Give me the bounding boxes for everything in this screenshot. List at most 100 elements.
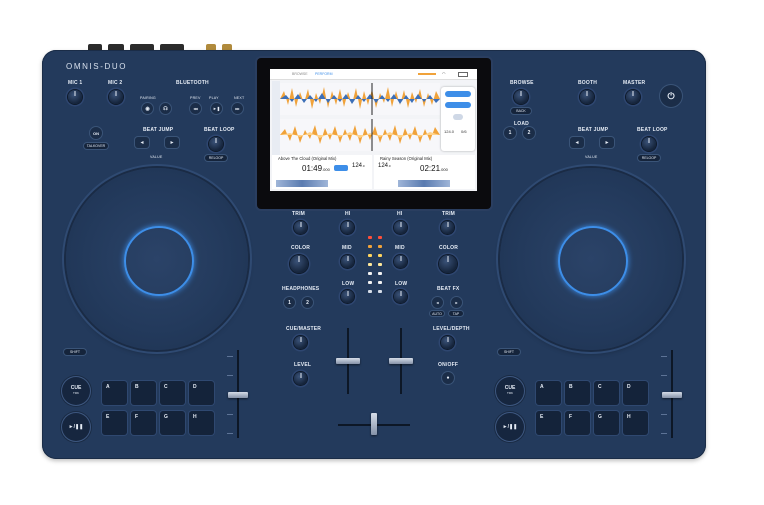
master-knob[interactable] xyxy=(626,90,640,104)
vu-led xyxy=(368,272,372,275)
mid-knob-1[interactable] xyxy=(341,255,354,268)
hi-label-2: HI xyxy=(397,211,403,217)
channel-fader-1[interactable] xyxy=(336,358,360,364)
cue-button-right[interactable]: CUE TRK xyxy=(496,377,524,405)
deck1-time: 01:49.000 xyxy=(302,164,330,173)
pad-d-left[interactable]: D xyxy=(189,381,214,405)
talkover-button[interactable]: ON xyxy=(90,127,102,139)
shift-button-right[interactable]: SHIFT xyxy=(498,349,520,355)
panel-toggle[interactable] xyxy=(453,114,463,120)
mic2-knob[interactable] xyxy=(109,90,123,104)
beat-jump-back-button-right[interactable]: ◂ xyxy=(570,137,584,148)
beat-loop-knob-right[interactable] xyxy=(642,137,656,151)
back-sub: BACK xyxy=(511,108,531,114)
headphone-cue-2-button[interactable]: 2 xyxy=(302,297,313,308)
pad-e-right[interactable]: E xyxy=(536,411,561,435)
vu-led xyxy=(378,236,382,239)
beat-loop-knob-left[interactable] xyxy=(209,137,223,151)
headphone-cue-1-button[interactable]: 1 xyxy=(284,297,295,308)
master-label: MASTER xyxy=(623,80,646,86)
hi-knob-1[interactable] xyxy=(341,221,354,234)
color-knob-1[interactable] xyxy=(290,255,308,273)
beat-jump-forward-button[interactable]: ▸ xyxy=(165,137,179,148)
pad-g-left[interactable]: G xyxy=(160,411,185,435)
load-label: LOAD xyxy=(514,121,529,127)
fader-tick xyxy=(227,375,233,376)
pad-a-left[interactable]: A xyxy=(102,381,127,405)
pad-b-left[interactable]: B xyxy=(131,381,156,405)
bt-play-button[interactable]: ►❚ xyxy=(211,103,222,114)
load-deck2-button[interactable]: 2 xyxy=(523,127,535,139)
vu-led xyxy=(378,281,382,284)
pad-h-left[interactable]: H xyxy=(189,411,214,435)
panel-button[interactable] xyxy=(445,91,471,97)
fx-prev-button[interactable]: ◂ xyxy=(432,297,443,308)
fader-tick xyxy=(661,414,667,415)
play-pause-button-right[interactable]: ►/❚❚ xyxy=(496,413,524,441)
play-pause-button-left[interactable]: ►/❚❚ xyxy=(62,413,90,441)
pitch-fader-right[interactable] xyxy=(662,392,682,398)
bluetooth-pairing-button[interactable]: ◉ xyxy=(142,103,153,114)
vu-led xyxy=(368,245,372,248)
pad-c-left[interactable]: C xyxy=(160,381,185,405)
pad-e-left[interactable]: E xyxy=(102,411,127,435)
channel-fader-2[interactable] xyxy=(389,358,413,364)
pitch-fader-left[interactable] xyxy=(228,392,248,398)
beat-jump-forward-button-right[interactable]: ▸ xyxy=(600,137,614,148)
booth-knob[interactable] xyxy=(580,90,594,104)
pad-a-right[interactable]: A xyxy=(536,381,561,405)
cue-master-knob[interactable] xyxy=(294,336,307,349)
pad-d-right[interactable]: D xyxy=(623,381,648,405)
panel-button[interactable] xyxy=(445,102,471,108)
color-knob-2[interactable] xyxy=(439,255,457,273)
mid-knob-2[interactable] xyxy=(394,255,407,268)
cue-master-label: CUE/MASTER xyxy=(286,326,322,332)
shift-button-left[interactable]: SHIFT xyxy=(64,349,86,355)
low-knob-2[interactable] xyxy=(394,290,407,303)
bt-next-button[interactable]: ▸▸ xyxy=(232,103,243,114)
browse-knob[interactable] xyxy=(514,90,528,104)
tab-perform[interactable]: PERFORM xyxy=(315,72,333,76)
deck-side-icons xyxy=(272,81,280,155)
fader-tick xyxy=(227,433,233,434)
right-jog-wheel[interactable] xyxy=(500,168,682,350)
deck1-overview xyxy=(276,180,328,187)
load-deck1-button[interactable]: 1 xyxy=(504,127,516,139)
headphones-label: HEADPHONES xyxy=(282,286,320,292)
fader-tick xyxy=(227,414,233,415)
tab-browse[interactable]: BROWSE xyxy=(292,72,308,76)
fader-tick xyxy=(661,375,667,376)
fx-on-off-button[interactable]: ● xyxy=(442,372,454,384)
touch-display[interactable]: BROWSE PERFORM ◠ 124.0 0/6 Above The Clo… xyxy=(270,69,477,191)
trim-knob-1[interactable] xyxy=(294,221,307,234)
vu-led xyxy=(368,254,372,257)
trim-knob-2[interactable] xyxy=(441,221,454,234)
bt-prev-button[interactable]: ◂◂ xyxy=(190,103,201,114)
fader-tick xyxy=(661,433,667,434)
deck1-sync[interactable] xyxy=(334,165,348,171)
pad-f-right[interactable]: F xyxy=(565,411,590,435)
mic1-knob[interactable] xyxy=(68,90,82,104)
pad-f-left[interactable]: F xyxy=(131,411,156,435)
power-icon[interactable]: ⏻ xyxy=(660,85,682,107)
beat-jump-back-button[interactable]: ◂ xyxy=(135,137,149,148)
beat-jump-label-left: BEAT JUMP xyxy=(143,127,174,133)
headphone-icon[interactable]: ☊ xyxy=(160,103,171,114)
reloop-sub-right: RELOOP xyxy=(638,155,660,161)
fx-next-button[interactable]: ▸ xyxy=(451,297,462,308)
low-knob-1[interactable] xyxy=(341,290,354,303)
level-depth-knob[interactable] xyxy=(441,336,454,349)
crossfader[interactable] xyxy=(371,413,377,435)
hi-knob-2[interactable] xyxy=(394,221,407,234)
pad-h-right[interactable]: H xyxy=(623,411,648,435)
vu-led xyxy=(378,263,382,266)
level-knob[interactable] xyxy=(294,372,307,385)
left-jog-wheel[interactable] xyxy=(66,168,248,350)
cue-button-left[interactable]: CUE TRK xyxy=(62,377,90,405)
waveform-deck2 xyxy=(280,119,440,151)
mid-label-1: MID xyxy=(342,245,352,251)
pad-b-right[interactable]: B xyxy=(565,381,590,405)
pad-g-right[interactable]: G xyxy=(594,411,619,435)
deck2-bpm: 124.0 xyxy=(378,163,391,169)
pad-c-right[interactable]: C xyxy=(594,381,619,405)
